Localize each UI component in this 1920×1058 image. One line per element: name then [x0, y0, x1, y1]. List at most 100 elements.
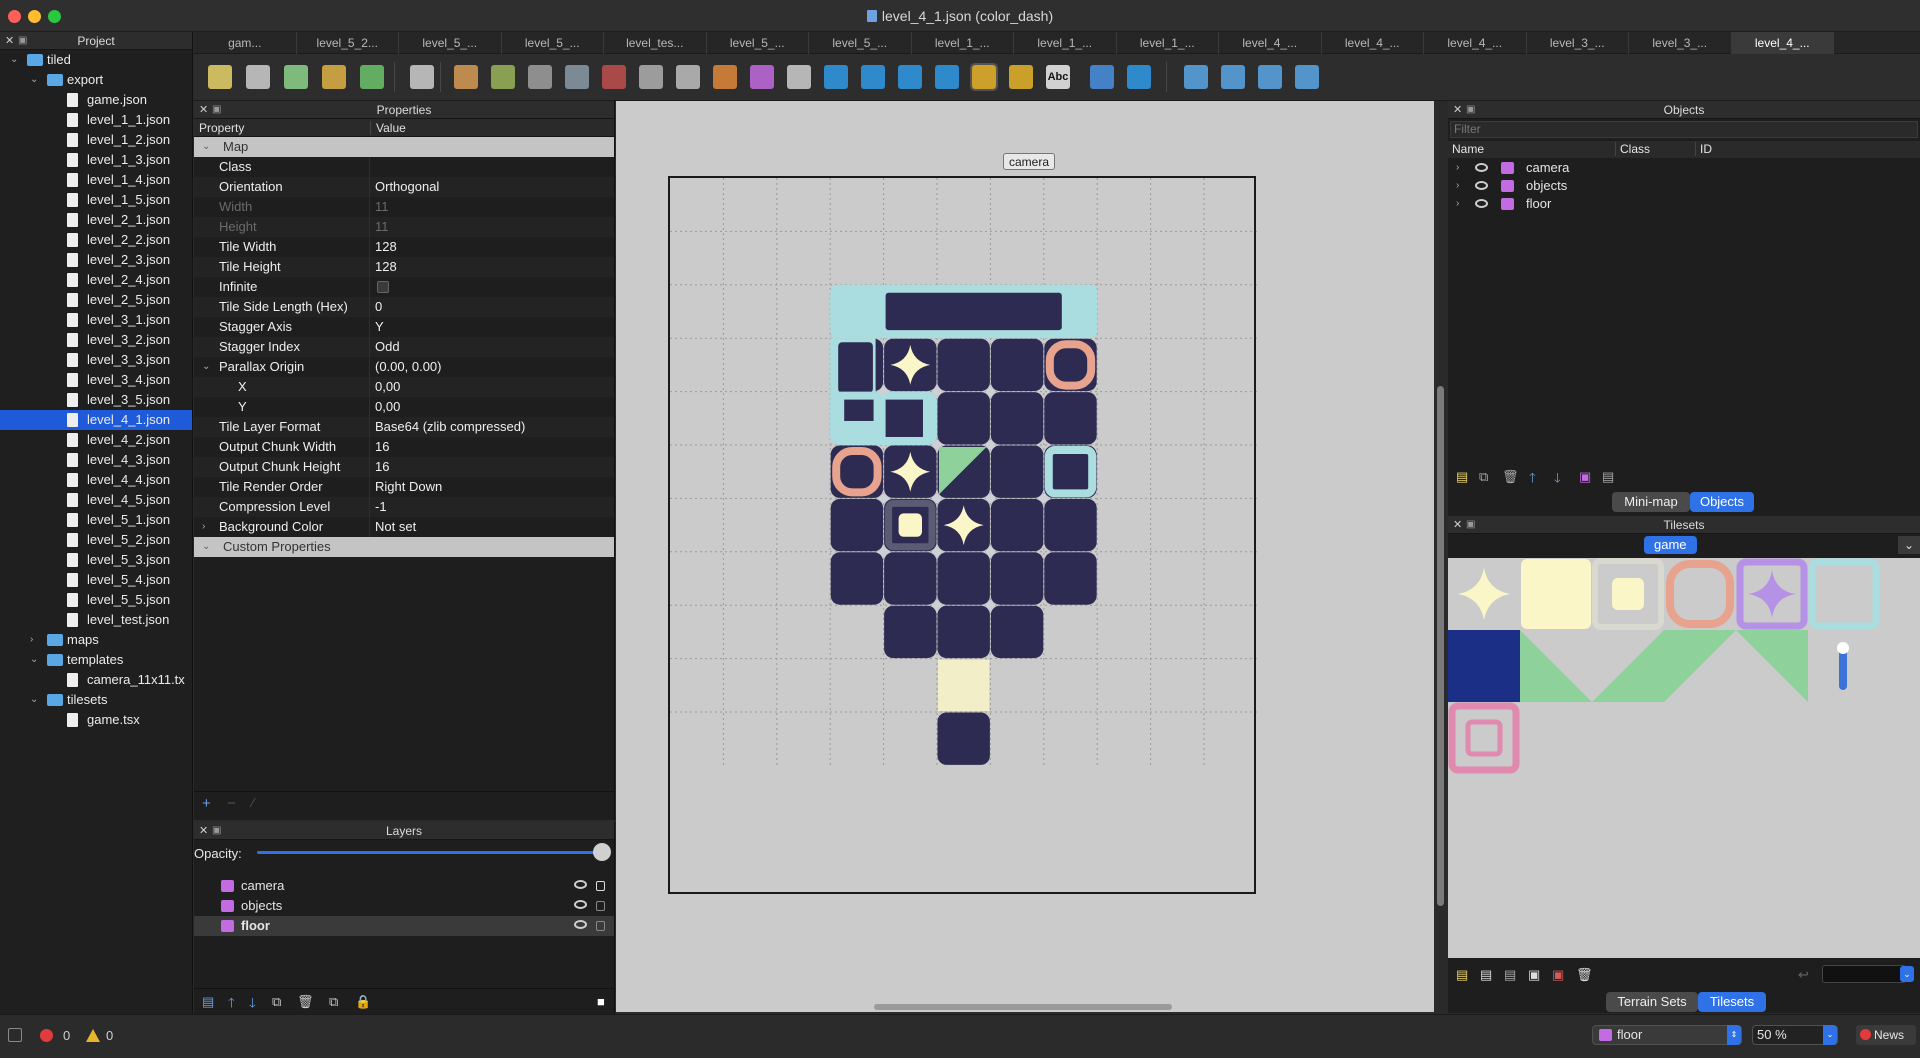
property-row[interactable]: Y 0,00	[194, 397, 614, 417]
property-value[interactable]: Not set	[375, 517, 416, 537]
chevron-down-icon[interactable]: ⌄	[202, 137, 210, 157]
tree-file[interactable]: level_3_3.json	[0, 350, 192, 370]
visibility-eye-icon[interactable]	[1475, 163, 1488, 172]
magic-wand-icon[interactable]	[713, 65, 737, 89]
property-row[interactable]: › Background Color Not set	[194, 517, 614, 537]
glow-tile[interactable]	[1837, 642, 1849, 690]
duplicate-layer-icon[interactable]: ⧉	[272, 994, 281, 1010]
tree-file[interactable]: level_2_1.json	[0, 210, 192, 230]
green-ramp-tile[interactable]	[1592, 630, 1736, 702]
insert-polygon-icon[interactable]	[935, 65, 959, 89]
move-icon[interactable]	[1127, 65, 1151, 89]
insert-rectangle-icon[interactable]	[824, 65, 848, 89]
chevron-down-icon[interactable]: ⌄	[202, 537, 210, 557]
property-row[interactable]: ⌄ Parallax Origin (0.00, 0.00)	[194, 357, 614, 377]
property-value[interactable]: Y	[375, 317, 384, 337]
green-wedge-tile[interactable]	[1736, 630, 1808, 702]
infinite-checkbox[interactable]	[377, 281, 389, 293]
tree-file[interactable]: level_4_5.json	[0, 490, 192, 510]
tree-file[interactable]: level_5_1.json	[0, 510, 192, 530]
tree-file[interactable]: level_1_2.json	[0, 130, 192, 150]
chevron-down-icon[interactable]: ⌄	[30, 70, 40, 90]
document-tab[interactable]: level_3_...	[1527, 32, 1629, 54]
tree-file[interactable]: level_2_4.json	[0, 270, 192, 290]
property-row[interactable]: Stagger Axis Y	[194, 317, 614, 337]
vertical-scrollbar[interactable]	[1437, 386, 1444, 906]
tileset-view[interactable]	[1448, 558, 1920, 958]
tileset-zoom-select[interactable]	[1822, 965, 1906, 983]
property-row[interactable]: Tile Height 128	[194, 257, 614, 277]
visibility-eye-icon[interactable]	[574, 920, 587, 929]
flip-horizontal-icon[interactable]	[1184, 65, 1208, 89]
document-tab[interactable]: level_5_2...	[297, 32, 399, 54]
float-panel-icon[interactable]: ▣	[212, 101, 221, 119]
error-icon[interactable]	[40, 1029, 53, 1042]
console-toggle-icon[interactable]	[8, 1028, 22, 1042]
tileset-tab-game[interactable]: game	[1644, 536, 1697, 554]
property-row[interactable]: Orientation Orthogonal	[194, 177, 614, 197]
tilesets-tab[interactable]: Tilesets	[1698, 992, 1766, 1012]
layer-row-objects[interactable]: objects	[194, 896, 614, 916]
new-map-icon[interactable]	[208, 65, 232, 89]
cream-tile[interactable]	[1521, 559, 1591, 629]
new-tileset-icon[interactable]: ▤	[1456, 967, 1468, 983]
tree-file[interactable]: level_4_4.json	[0, 470, 192, 490]
new-layer-icon[interactable]: ▤	[202, 994, 214, 1010]
raise-layer-icon[interactable]: 🡑	[228, 994, 235, 1016]
property-value[interactable]: 0	[375, 297, 382, 317]
lower-layer-icon[interactable]: 🡓	[249, 994, 256, 1016]
eraser-icon[interactable]	[639, 65, 663, 89]
tree-file[interactable]: level_1_3.json	[0, 150, 192, 170]
chevron-right-icon[interactable]: ›	[1456, 195, 1466, 213]
blue-tile[interactable]	[1448, 630, 1520, 702]
close-panel-icon[interactable]: ✕	[199, 822, 208, 840]
delete-layer-icon[interactable]: 🗑	[297, 994, 314, 1010]
close-panel-icon[interactable]: ✕	[5, 32, 14, 50]
property-group[interactable]: ⌄ Map	[194, 137, 614, 157]
float-panel-icon[interactable]: ▣	[1466, 516, 1475, 534]
terrain-sets-tab[interactable]: Terrain Sets	[1606, 992, 1698, 1012]
horizontal-scrollbar[interactable]	[874, 1004, 1172, 1010]
tree-file[interactable]: level_test.json	[0, 610, 192, 630]
tree-folder[interactable]: ⌄ tiled	[0, 50, 192, 70]
property-value[interactable]: Orthogonal	[375, 177, 439, 197]
chevron-down-icon[interactable]: ⌄	[30, 650, 40, 670]
salmon-ring-tile[interactable]	[1666, 560, 1734, 628]
rename-property-icon[interactable]: ⁄	[252, 795, 254, 810]
document-tab[interactable]: level_5_...	[502, 32, 604, 54]
tree-file[interactable]: level_3_4.json	[0, 370, 192, 390]
lock-icon[interactable]	[596, 881, 605, 891]
insert-ellipse-icon[interactable]	[898, 65, 922, 89]
tree-folder[interactable]: › maps	[0, 630, 192, 650]
star-tile[interactable]	[1458, 568, 1510, 620]
rotate-right-icon[interactable]	[1295, 65, 1319, 89]
tree-file[interactable]: level_4_1.json	[0, 410, 192, 430]
delete-tileset-icon[interactable]: 🗑	[1576, 967, 1593, 983]
purple-star-tile[interactable]	[1736, 558, 1808, 630]
tileset-zoom-chevron-icon[interactable]: ⌄	[1900, 966, 1914, 982]
insert-text-icon[interactable]: Abc	[1046, 65, 1070, 89]
document-tab[interactable]: level_tes...	[604, 32, 707, 54]
opacity-slider[interactable]	[257, 851, 602, 854]
tree-folder[interactable]: ⌄ tilesets	[0, 690, 192, 710]
tree-file[interactable]: level_3_2.json	[0, 330, 192, 350]
property-value[interactable]: 11	[375, 197, 389, 217]
delete-object-icon[interactable]: 🗑	[1502, 469, 1519, 485]
property-value[interactable]: 16	[375, 437, 389, 457]
object-properties-icon[interactable]: ▤	[1602, 469, 1614, 485]
undo-icon[interactable]	[322, 65, 346, 89]
tree-file[interactable]: level_2_3.json	[0, 250, 192, 270]
property-value[interactable]: Base64 (zlib compressed)	[375, 417, 525, 437]
property-row[interactable]: Compression Level -1	[194, 497, 614, 517]
visibility-eye-icon[interactable]	[574, 880, 587, 889]
object-row-objects[interactable]: › objects	[1448, 177, 1920, 195]
cream-dot-tile[interactable]	[1592, 558, 1664, 630]
layer-row-camera[interactable]: camera	[194, 876, 614, 896]
lower-object-icon[interactable]: 🡓	[1554, 469, 1561, 491]
terrain-brush-icon[interactable]	[491, 65, 515, 89]
select-objects-icon[interactable]	[787, 65, 811, 89]
document-tab[interactable]: level_3_...	[1629, 32, 1732, 54]
property-row[interactable]: X 0,00	[194, 377, 614, 397]
chevron-right-icon[interactable]: ›	[30, 630, 40, 650]
tree-file[interactable]: game.json	[0, 90, 192, 110]
